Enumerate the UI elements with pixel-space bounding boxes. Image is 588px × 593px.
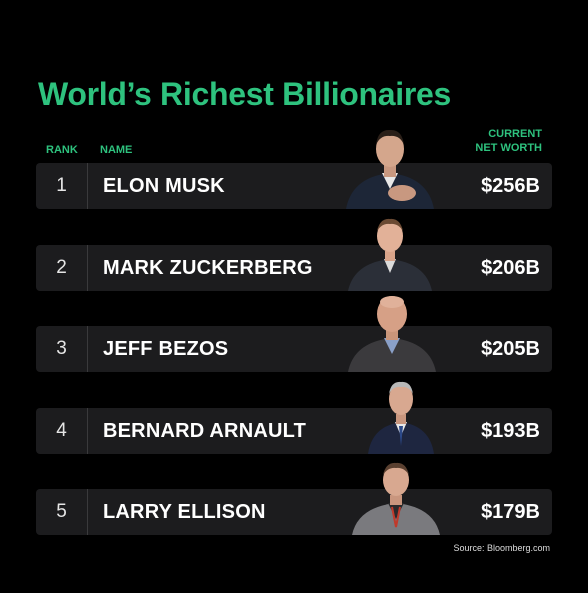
name-cell: BERNARD ARNAULT xyxy=(103,419,306,442)
rank-cell: 3 xyxy=(36,326,88,372)
rank-cell: 5 xyxy=(36,489,88,535)
net-worth-cell: $256B xyxy=(481,174,540,197)
table-row: 4 BERNARD ARNAULT $193B xyxy=(36,381,552,454)
person-photo-icon xyxy=(352,462,440,535)
source-note: Source: Bloomberg.com xyxy=(453,543,550,553)
column-header-net-worth: CURRENT NET WORTH xyxy=(475,127,542,155)
table-row: 2 MARK ZUCKERBERG $206B xyxy=(36,218,552,291)
person-photo-icon xyxy=(348,218,432,291)
column-header-net-worth-line1: CURRENT xyxy=(488,128,542,140)
column-header-rank: RANK xyxy=(46,144,78,156)
person-photo-icon xyxy=(346,129,434,209)
name-cell: JEFF BEZOS xyxy=(103,337,229,360)
person-photo-icon xyxy=(368,381,434,454)
rank-cell: 4 xyxy=(36,408,88,454)
name-cell: LARRY ELLISON xyxy=(103,500,266,523)
rank-cell: 2 xyxy=(36,245,88,291)
net-worth-cell: $205B xyxy=(481,337,540,360)
table-row: 3 JEFF BEZOS $205B xyxy=(36,296,552,372)
page-title: World’s Richest Billionaires xyxy=(38,76,452,112)
name-cell: ELON MUSK xyxy=(103,174,225,197)
net-worth-cell: $179B xyxy=(481,500,540,523)
net-worth-cell: $206B xyxy=(481,256,540,279)
person-photo-icon xyxy=(348,296,436,372)
table-row: 5 LARRY ELLISON $179B xyxy=(36,462,552,535)
net-worth-cell: $193B xyxy=(481,419,540,442)
name-cell: MARK ZUCKERBERG xyxy=(103,256,313,279)
table-row: 1 ELON MUSK $256B xyxy=(36,129,552,209)
rank-cell: 1 xyxy=(36,163,88,209)
column-header-name: NAME xyxy=(100,144,133,156)
column-header-net-worth-line2: NET WORTH xyxy=(475,142,542,154)
